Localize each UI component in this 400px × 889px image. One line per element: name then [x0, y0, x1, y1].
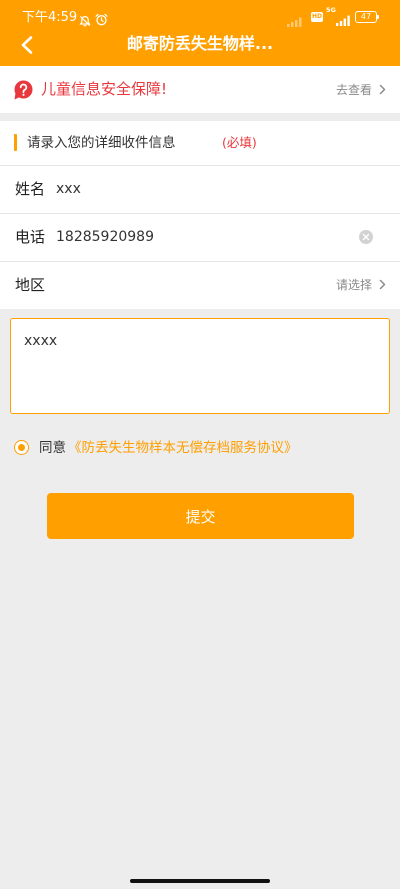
question-bubble-icon — [13, 80, 33, 100]
back-button[interactable] — [11, 30, 43, 60]
app-header: 下午4:59 HD 5G 47 邮寄防丢失生物样... — [0, 0, 400, 66]
agreement-link[interactable]: 《防丢失生物样本无偿存档服务协议》 — [68, 438, 298, 458]
page-title: 邮寄防丢失生物样... — [126, 34, 274, 53]
signal-sim1-icon — [287, 12, 305, 27]
clear-icon — [359, 230, 373, 244]
signal-icon — [336, 11, 350, 26]
mute-icon — [79, 12, 91, 27]
chevron-right-icon — [379, 279, 386, 290]
phone-row: 电话 — [0, 213, 400, 261]
submit-button[interactable]: 提交 — [47, 493, 354, 539]
section-accent-bar — [14, 134, 17, 151]
alarm-icon — [95, 11, 108, 26]
chevron-left-icon — [21, 36, 33, 54]
battery-level: 47 — [360, 12, 372, 21]
hd-badge: HD — [311, 12, 323, 22]
section-title: 请录入您的详细收件信息 — [27, 135, 176, 151]
network-type: 5G — [326, 6, 336, 14]
phone-label: 电话 — [15, 228, 46, 246]
clear-phone-button[interactable] — [358, 229, 374, 245]
agreement-radio[interactable] — [14, 440, 29, 455]
recipient-info-header: 请录入您的详细收件信息 (必填) — [0, 121, 400, 165]
region-label: 地区 — [15, 276, 46, 294]
address-textarea[interactable]: xxxx — [10, 318, 390, 414]
required-hint: (必填) — [222, 135, 257, 150]
status-time: 下午4:59 — [22, 10, 78, 25]
name-row: 姓名 — [0, 165, 400, 213]
agreement-prefix: 同意 — [39, 440, 66, 456]
view-link[interactable]: 去查看 — [336, 81, 372, 99]
notice-text: 儿童信息安全保障! — [41, 80, 168, 98]
child-safety-notice[interactable]: 儿童信息安全保障! 去查看 — [0, 66, 400, 113]
region-row[interactable]: 地区 请选择 — [0, 261, 400, 309]
agreement-row: 同意 《防丢失生物样本无偿存档服务协议》 — [0, 437, 400, 459]
phone-input[interactable] — [56, 226, 346, 248]
region-select[interactable]: 请选择 — [336, 276, 372, 294]
radio-checked-dot — [17, 443, 25, 451]
chevron-right-icon — [379, 84, 386, 95]
name-label: 姓名 — [15, 180, 46, 198]
home-indicator[interactable] — [130, 879, 270, 883]
name-input[interactable] — [56, 178, 346, 200]
battery-icon: 47 — [355, 11, 377, 23]
battery-cap — [377, 15, 379, 19]
